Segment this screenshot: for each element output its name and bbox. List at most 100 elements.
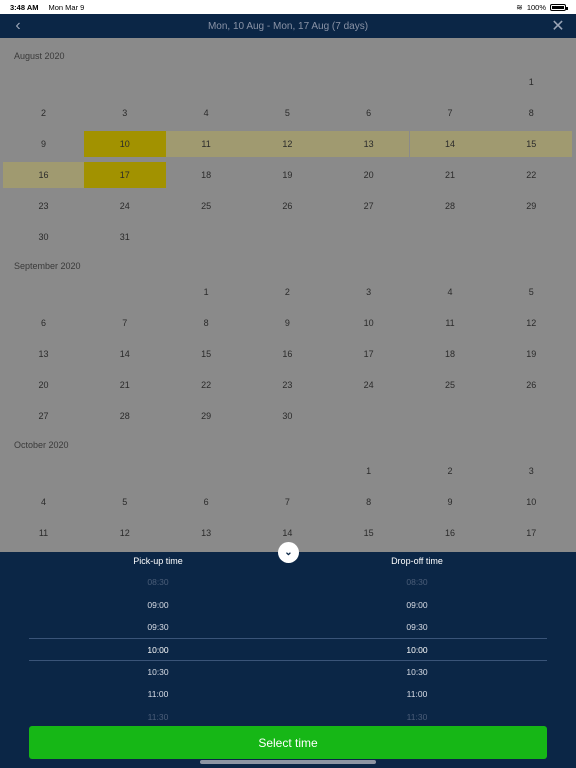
calendar-day[interactable]: 25 xyxy=(166,193,247,219)
calendar-day[interactable]: 13 xyxy=(3,341,84,367)
calendar-day[interactable]: 29 xyxy=(491,193,572,219)
calendar-day[interactable]: 27 xyxy=(328,193,409,219)
calendar-day[interactable]: 4 xyxy=(166,100,247,126)
calendar-day[interactable]: 22 xyxy=(491,162,572,188)
calendar-day[interactable]: 17 xyxy=(328,341,409,367)
calendar-day[interactable]: 12 xyxy=(247,131,328,157)
time-option[interactable]: 09:30 xyxy=(317,622,517,632)
calendar-day[interactable]: 9 xyxy=(410,489,491,515)
calendar-day[interactable]: 5 xyxy=(491,279,572,305)
calendar-day[interactable]: 26 xyxy=(247,193,328,219)
calendar-day[interactable]: 3 xyxy=(328,279,409,305)
calendar-day[interactable]: 12 xyxy=(84,520,165,546)
calendar-day[interactable]: 28 xyxy=(84,403,165,429)
calendar-day[interactable]: 13 xyxy=(328,131,409,157)
time-option[interactable]: 08:30 xyxy=(317,577,517,587)
time-option[interactable]: 10:30 xyxy=(317,667,517,677)
calendar-day[interactable]: 16 xyxy=(247,341,328,367)
header-title: Mon, 10 Aug - Mon, 17 Aug (7 days) xyxy=(207,20,369,32)
calendar-day[interactable]: 16 xyxy=(410,520,491,546)
calendar-day[interactable]: 5 xyxy=(247,100,328,126)
calendar-day[interactable]: 20 xyxy=(3,372,84,398)
calendar-day[interactable]: 14 xyxy=(84,341,165,367)
time-option[interactable]: 09:00 xyxy=(317,600,517,610)
calendar-day[interactable]: 31 xyxy=(84,224,165,250)
time-option[interactable]: 11:00 xyxy=(58,689,258,699)
calendar-day[interactable]: 6 xyxy=(328,100,409,126)
calendar-day[interactable]: 22 xyxy=(166,372,247,398)
time-option[interactable]: 11:00 xyxy=(317,689,517,699)
calendar-day[interactable]: 2 xyxy=(3,100,84,126)
calendar-day[interactable]: 1 xyxy=(328,458,409,484)
calendar-day[interactable]: 15 xyxy=(328,520,409,546)
calendar-day[interactable]: 15 xyxy=(491,131,572,157)
calendar-day[interactable]: 19 xyxy=(247,162,328,188)
calendar-day[interactable]: 3 xyxy=(84,100,165,126)
calendar-day[interactable]: 10 xyxy=(328,310,409,336)
time-option[interactable]: 10:00 xyxy=(317,645,517,655)
calendar-day[interactable]: 1 xyxy=(166,279,247,305)
time-option[interactable]: 09:30 xyxy=(58,622,258,632)
calendar-day[interactable]: 17 xyxy=(84,162,165,188)
calendar-day[interactable]: 7 xyxy=(247,489,328,515)
calendar-day[interactable]: 2 xyxy=(247,279,328,305)
close-icon[interactable]: ✕ xyxy=(548,14,568,38)
status-bar: 3:48 AM Mon Mar 9 ≋ 100% xyxy=(0,0,576,14)
calendar-day[interactable]: 14 xyxy=(410,131,491,157)
calendar-day[interactable]: 27 xyxy=(3,403,84,429)
time-option[interactable]: 10:00 xyxy=(58,645,258,655)
calendar-day[interactable]: 8 xyxy=(491,100,572,126)
month-title: September 2020 xyxy=(14,261,81,271)
calendar-day[interactable]: 8 xyxy=(166,310,247,336)
calendar-day[interactable]: 2 xyxy=(410,458,491,484)
calendar-day[interactable]: 11 xyxy=(3,520,84,546)
calendar-day[interactable]: 7 xyxy=(410,100,491,126)
time-option[interactable]: 11:30 xyxy=(58,712,258,722)
calendar-day[interactable]: 9 xyxy=(247,310,328,336)
back-icon[interactable]: ‹ xyxy=(8,14,28,38)
chevron-down-icon: ⌄ xyxy=(284,547,293,558)
calendar-day[interactable]: 4 xyxy=(3,489,84,515)
calendar-day[interactable]: 18 xyxy=(166,162,247,188)
calendar-day[interactable]: 30 xyxy=(3,224,84,250)
calendar-day[interactable]: 10 xyxy=(491,489,572,515)
calendar-day[interactable]: 5 xyxy=(84,489,165,515)
calendar-day[interactable]: 29 xyxy=(166,403,247,429)
calendar-day[interactable]: 11 xyxy=(166,131,247,157)
calendar-day[interactable]: 28 xyxy=(410,193,491,219)
calendar-day[interactable]: 20 xyxy=(328,162,409,188)
calendar-day[interactable]: 24 xyxy=(328,372,409,398)
collapse-button[interactable]: ⌄ xyxy=(278,542,299,563)
calendar-day[interactable]: 23 xyxy=(3,193,84,219)
calendar-day[interactable]: 12 xyxy=(491,310,572,336)
time-option[interactable]: 10:30 xyxy=(58,667,258,677)
calendar-day[interactable]: 18 xyxy=(410,341,491,367)
calendar-day[interactable]: 30 xyxy=(247,403,328,429)
calendar-day[interactable]: 25 xyxy=(410,372,491,398)
status-right: ≋ 100% xyxy=(516,3,568,12)
time-option[interactable]: 09:00 xyxy=(58,600,258,610)
calendar-day[interactable]: 10 xyxy=(84,131,165,157)
calendar-day[interactable]: 13 xyxy=(166,520,247,546)
calendar-day[interactable]: 3 xyxy=(491,458,572,484)
calendar-day[interactable]: 6 xyxy=(166,489,247,515)
calendar-day[interactable]: 16 xyxy=(3,162,84,188)
time-option[interactable]: 08:30 xyxy=(58,577,258,587)
calendar-day[interactable]: 26 xyxy=(491,372,572,398)
calendar-day[interactable]: 6 xyxy=(3,310,84,336)
calendar-day[interactable]: 4 xyxy=(410,279,491,305)
time-option[interactable]: 11:30 xyxy=(317,712,517,722)
select-time-button[interactable]: Select time xyxy=(29,726,547,759)
calendar-day[interactable]: 9 xyxy=(3,131,84,157)
calendar-day[interactable]: 23 xyxy=(247,372,328,398)
calendar-day[interactable]: 21 xyxy=(84,372,165,398)
calendar-day[interactable]: 15 xyxy=(166,341,247,367)
calendar-day[interactable]: 7 xyxy=(84,310,165,336)
calendar-day[interactable]: 24 xyxy=(84,193,165,219)
calendar-day[interactable]: 1 xyxy=(491,69,572,95)
calendar-day[interactable]: 19 xyxy=(491,341,572,367)
calendar-day[interactable]: 17 xyxy=(491,520,572,546)
calendar-day[interactable]: 8 xyxy=(328,489,409,515)
calendar-day[interactable]: 11 xyxy=(410,310,491,336)
calendar-day[interactable]: 21 xyxy=(410,162,491,188)
